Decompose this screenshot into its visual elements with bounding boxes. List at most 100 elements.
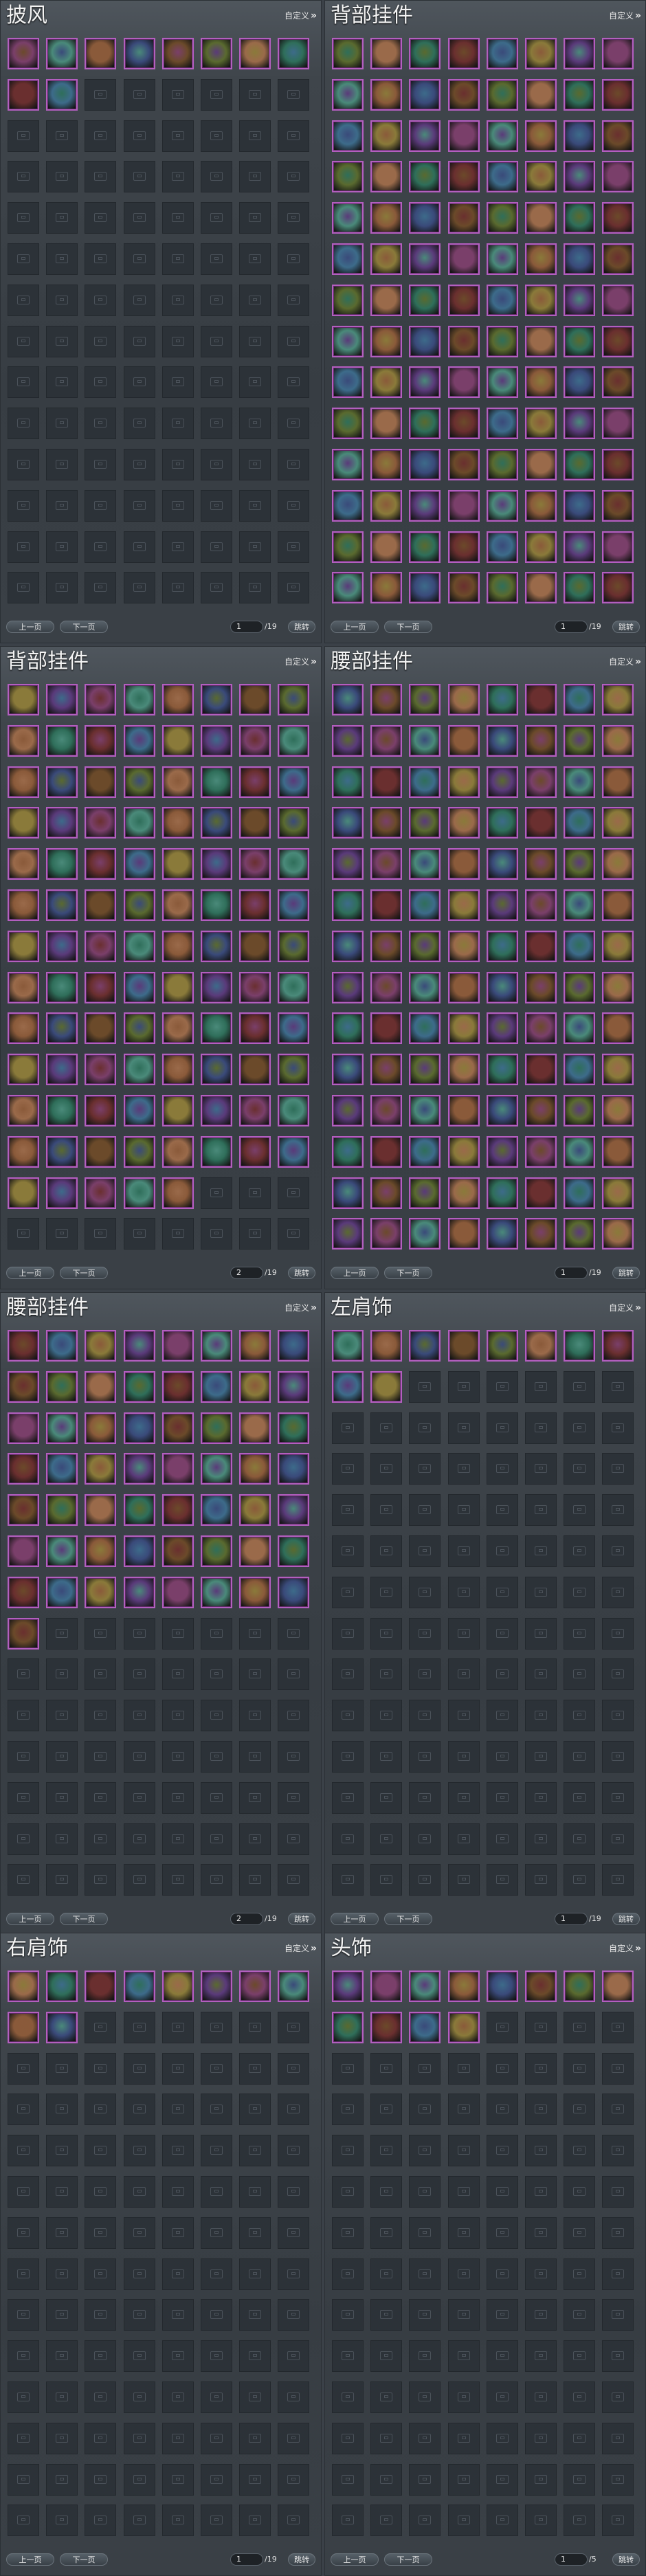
item-slot[interactable] bbox=[370, 408, 403, 440]
item-slot[interactable] bbox=[332, 1970, 364, 2002]
item-slot[interactable] bbox=[409, 1177, 441, 1209]
item-slot[interactable] bbox=[602, 161, 634, 193]
customize-link[interactable]: 自定义» bbox=[609, 1943, 641, 1954]
item-slot[interactable] bbox=[447, 78, 480, 111]
item-slot[interactable] bbox=[370, 848, 403, 880]
item-slot[interactable] bbox=[332, 1054, 364, 1086]
item-slot[interactable] bbox=[486, 1095, 518, 1126]
item-slot[interactable] bbox=[409, 807, 441, 839]
item-slot[interactable] bbox=[278, 38, 310, 69]
prev-page-button[interactable]: 上一页 bbox=[6, 2553, 54, 2566]
item-slot[interactable] bbox=[564, 531, 596, 563]
item-slot[interactable] bbox=[46, 889, 78, 921]
go-to-page-button[interactable]: 跳转 bbox=[612, 2553, 640, 2566]
item-slot[interactable] bbox=[486, 684, 518, 715]
item-slot[interactable] bbox=[162, 1576, 194, 1608]
item-slot[interactable] bbox=[201, 807, 232, 839]
item-slot[interactable] bbox=[162, 971, 194, 1003]
item-slot[interactable] bbox=[602, 366, 634, 399]
item-slot[interactable] bbox=[602, 1177, 634, 1209]
page-number-input[interactable]: 1 bbox=[555, 1267, 588, 1279]
item-slot[interactable] bbox=[332, 1095, 364, 1126]
item-slot[interactable] bbox=[602, 889, 634, 921]
item-slot[interactable] bbox=[239, 1370, 271, 1403]
go-to-page-button[interactable]: 跳转 bbox=[288, 2553, 315, 2566]
item-slot[interactable] bbox=[239, 1535, 271, 1567]
item-slot[interactable] bbox=[564, 489, 596, 522]
item-slot[interactable] bbox=[564, 38, 596, 69]
item-slot[interactable] bbox=[447, 1095, 480, 1126]
item-slot[interactable] bbox=[278, 724, 310, 757]
item-slot[interactable] bbox=[46, 78, 78, 111]
item-slot[interactable] bbox=[409, 531, 441, 563]
item-slot[interactable] bbox=[123, 684, 155, 715]
item-slot[interactable] bbox=[486, 531, 518, 563]
item-slot[interactable] bbox=[447, 325, 480, 357]
item-slot[interactable] bbox=[332, 78, 364, 111]
item-slot[interactable] bbox=[447, 1054, 480, 1086]
item-slot[interactable] bbox=[85, 889, 117, 921]
item-slot[interactable] bbox=[602, 930, 634, 962]
item-slot[interactable] bbox=[162, 1054, 194, 1086]
item-slot[interactable] bbox=[602, 1135, 634, 1168]
item-slot[interactable] bbox=[46, 1012, 78, 1045]
item-slot[interactable] bbox=[370, 1330, 403, 1362]
item-slot[interactable] bbox=[85, 848, 117, 880]
item-slot[interactable] bbox=[409, 161, 441, 193]
item-slot[interactable] bbox=[46, 1177, 78, 1209]
item-slot[interactable] bbox=[447, 161, 480, 193]
item-slot[interactable] bbox=[602, 531, 634, 563]
item-slot[interactable] bbox=[46, 930, 78, 962]
item-slot[interactable] bbox=[46, 1970, 78, 2002]
item-slot[interactable] bbox=[239, 766, 271, 798]
item-slot[interactable] bbox=[564, 243, 596, 275]
item-slot[interactable] bbox=[8, 1970, 39, 2002]
item-slot[interactable] bbox=[123, 1494, 155, 1526]
item-slot[interactable] bbox=[278, 930, 310, 962]
item-slot[interactable] bbox=[409, 889, 441, 921]
item-slot[interactable] bbox=[525, 38, 557, 69]
page-number-input[interactable]: 1 bbox=[230, 2553, 263, 2566]
item-slot[interactable] bbox=[447, 284, 480, 316]
item-slot[interactable] bbox=[409, 724, 441, 757]
item-slot[interactable] bbox=[370, 489, 403, 522]
item-slot[interactable] bbox=[564, 684, 596, 715]
page-number-input[interactable]: 2 bbox=[230, 1913, 263, 1925]
item-slot[interactable] bbox=[409, 284, 441, 316]
item-slot[interactable] bbox=[239, 1970, 271, 2002]
item-slot[interactable] bbox=[409, 766, 441, 798]
item-slot[interactable] bbox=[564, 1177, 596, 1209]
item-slot[interactable] bbox=[486, 78, 518, 111]
item-slot[interactable] bbox=[447, 930, 480, 962]
item-slot[interactable] bbox=[46, 807, 78, 839]
item-slot[interactable] bbox=[162, 1330, 194, 1362]
item-slot[interactable] bbox=[162, 1535, 194, 1567]
customize-link[interactable]: 自定义» bbox=[285, 1943, 317, 1954]
item-slot[interactable] bbox=[332, 161, 364, 193]
item-slot[interactable] bbox=[85, 1576, 117, 1608]
item-slot[interactable] bbox=[602, 449, 634, 480]
prev-page-button[interactable]: 上一页 bbox=[331, 2553, 379, 2566]
item-slot[interactable] bbox=[8, 930, 39, 962]
item-slot[interactable] bbox=[8, 1012, 39, 1045]
item-slot[interactable] bbox=[525, 325, 557, 357]
item-slot[interactable] bbox=[332, 1012, 364, 1045]
item-slot[interactable] bbox=[486, 408, 518, 440]
item-slot[interactable] bbox=[486, 202, 518, 234]
go-to-page-button[interactable]: 跳转 bbox=[288, 1267, 315, 1279]
prev-page-button[interactable]: 上一页 bbox=[331, 1913, 379, 1925]
item-slot[interactable] bbox=[332, 202, 364, 234]
item-slot[interactable] bbox=[602, 766, 634, 798]
item-slot[interactable] bbox=[332, 531, 364, 563]
item-slot[interactable] bbox=[8, 684, 39, 715]
go-to-page-button[interactable]: 跳转 bbox=[288, 1913, 315, 1925]
item-slot[interactable] bbox=[525, 930, 557, 962]
item-slot[interactable] bbox=[278, 807, 310, 839]
item-slot[interactable] bbox=[486, 807, 518, 839]
item-slot[interactable] bbox=[46, 766, 78, 798]
item-slot[interactable] bbox=[447, 1330, 480, 1362]
item-slot[interactable] bbox=[602, 1330, 634, 1362]
item-slot[interactable] bbox=[370, 1177, 403, 1209]
item-slot[interactable] bbox=[564, 202, 596, 234]
item-slot[interactable] bbox=[409, 572, 441, 604]
